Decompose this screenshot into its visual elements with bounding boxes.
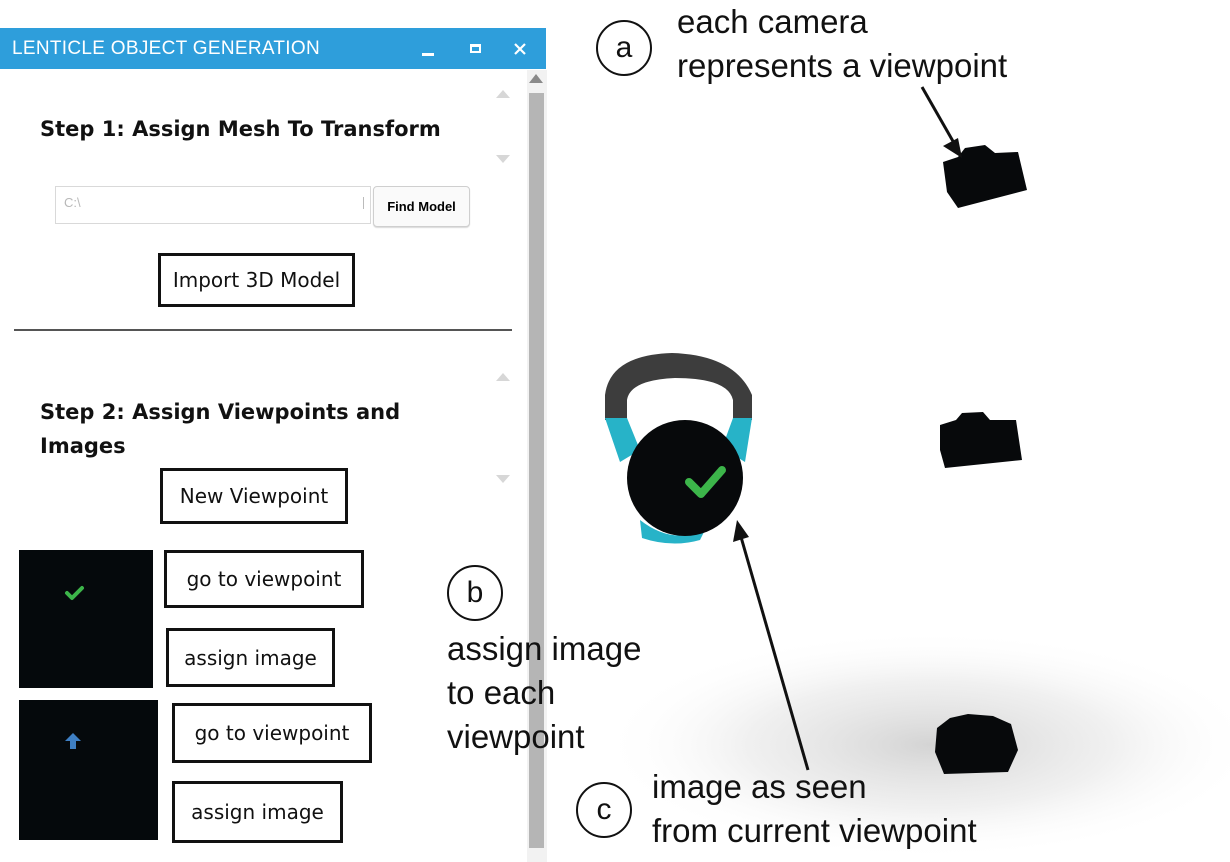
annotation-c-marker: c (576, 782, 632, 838)
find-model-button[interactable]: Find Model (373, 186, 470, 227)
minimize-icon[interactable] (408, 28, 448, 69)
annotation-c-line1: image as seen (652, 768, 867, 805)
resize-grip-icon (363, 197, 364, 209)
maximize-icon[interactable] (455, 28, 495, 69)
viewpoint-1-assign-image-button[interactable]: assign image (166, 628, 335, 687)
section1-collapse-up-icon[interactable] (496, 90, 510, 98)
annotation-b-line2: to each (447, 674, 556, 711)
step1-title: Step 1: Assign Mesh To Transform (40, 117, 441, 141)
camera-icon (943, 145, 1027, 208)
scroll-up-icon[interactable] (529, 74, 543, 83)
annotation-b-marker: b (447, 565, 503, 621)
viewpoint-1-thumbnail (19, 550, 153, 688)
close-icon[interactable] (500, 28, 540, 69)
section1-collapse-down-icon[interactable] (496, 155, 510, 163)
annotation-b-line1: assign image (447, 630, 642, 667)
arrow-up-icon (65, 733, 81, 749)
annotation-b-line3: viewpoint (447, 718, 585, 755)
section2-collapse-down-icon[interactable] (496, 475, 510, 483)
arrow-a (920, 86, 962, 158)
annotation-c-line2: from current viewpoint (652, 812, 977, 849)
model-path-input[interactable]: C:\ (55, 186, 371, 224)
title-bar: LENTICLE OBJECT GENERATION (0, 28, 546, 69)
viewpoint-1-go-button[interactable]: go to viewpoint (164, 550, 364, 608)
viewpoint-2-thumbnail (19, 700, 158, 840)
import-3d-model-button[interactable]: Import 3D Model (158, 253, 355, 307)
viewpoint-2-assign-image-button[interactable]: assign image (172, 781, 343, 843)
model-path-value: C:\ (64, 195, 81, 210)
check-icon (65, 586, 84, 600)
section2-collapse-up-icon[interactable] (496, 373, 510, 381)
step2-title-line2: Images (40, 434, 126, 458)
section-divider (14, 329, 512, 331)
window-title: LENTICLE OBJECT GENERATION (12, 37, 320, 59)
camera-icon (940, 412, 1022, 468)
kettlebell-object (605, 353, 752, 544)
viewpoint-2-go-button[interactable]: go to viewpoint (172, 703, 372, 763)
step2-title-line1: Step 2: Assign Viewpoints and (40, 400, 401, 424)
new-viewpoint-button[interactable]: New Viewpoint (160, 468, 348, 524)
camera-icon (935, 714, 1018, 774)
annotation-a-marker: a (596, 20, 652, 76)
annotation-a-line1: each camera (677, 3, 868, 40)
annotation-a-line2: represents a viewpoint (677, 47, 1008, 84)
